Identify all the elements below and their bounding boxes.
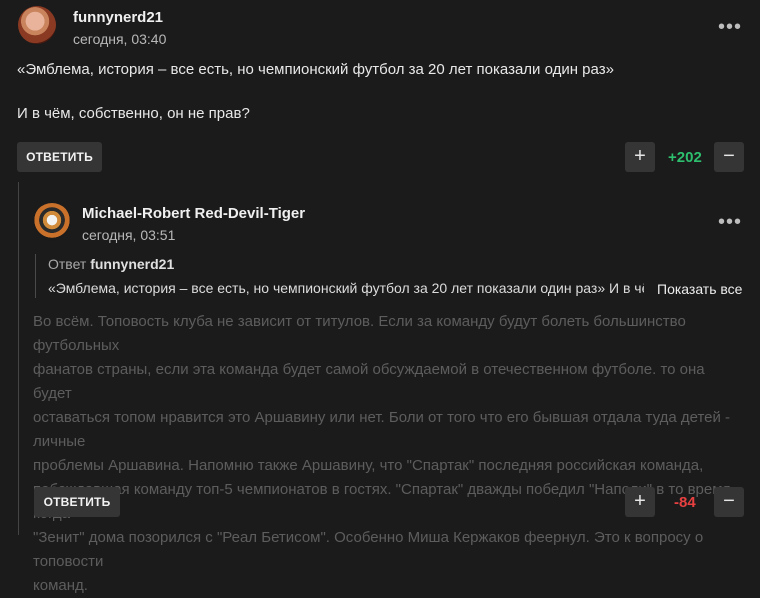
reply-body-line: оставаться топом нравится это Аршавину и… (33, 409, 731, 450)
more-options-icon[interactable]: ••• (718, 212, 742, 232)
reply-timestamp: сегодня, 03:51 (82, 227, 176, 243)
reply-body-line: "Зенит" дома позорился с "Реал Бетисом".… (33, 529, 704, 570)
reply-username[interactable]: Michael-Robert Red-Devil-Tiger (82, 205, 305, 222)
comment-text-second-line: И в чём, собственно, он не прав? (17, 105, 250, 122)
quote-prefix: Ответ (48, 256, 87, 272)
reply-body-line: Во всём. Топовость клуба не зависит от т… (33, 313, 686, 354)
show-all-link[interactable]: Показать все (657, 281, 742, 297)
reply-button[interactable]: ОТВЕТИТЬ (34, 487, 120, 517)
thread-line (18, 182, 19, 535)
more-options-icon[interactable]: ••• (718, 17, 742, 37)
reply-body-line: команд. (33, 577, 88, 594)
upvote-button[interactable]: + (625, 142, 655, 172)
reply-button[interactable]: ОТВЕТИТЬ (17, 142, 102, 172)
quote-bar (35, 254, 36, 298)
reply-body: Во всём. Топовость клуба не зависит от т… (33, 310, 745, 598)
downvote-button[interactable]: − (714, 487, 744, 517)
comment-score: +202 (668, 149, 702, 166)
quote-username[interactable]: funnynerd21 (90, 256, 174, 272)
comment-username[interactable]: funnynerd21 (73, 9, 163, 26)
downvote-button[interactable]: − (714, 142, 744, 172)
upvote-button[interactable]: + (625, 487, 655, 517)
quote-text: «Эмблема, история – все есть, но чемпион… (48, 280, 644, 296)
avatar[interactable] (33, 203, 71, 241)
comment-text: «Эмблема, история – все есть, но чемпион… (17, 61, 614, 78)
reply-score: -84 (674, 494, 696, 511)
avatar[interactable] (18, 6, 56, 44)
comment-timestamp: сегодня, 03:40 (73, 31, 167, 47)
quote-header: Ответ funnynerd21 (48, 256, 174, 272)
reply-body-line: проблемы Аршавина. Напомню также Аршавин… (33, 457, 704, 474)
reply-body-line: фанатов страны, если эта команда будет с… (33, 361, 705, 402)
